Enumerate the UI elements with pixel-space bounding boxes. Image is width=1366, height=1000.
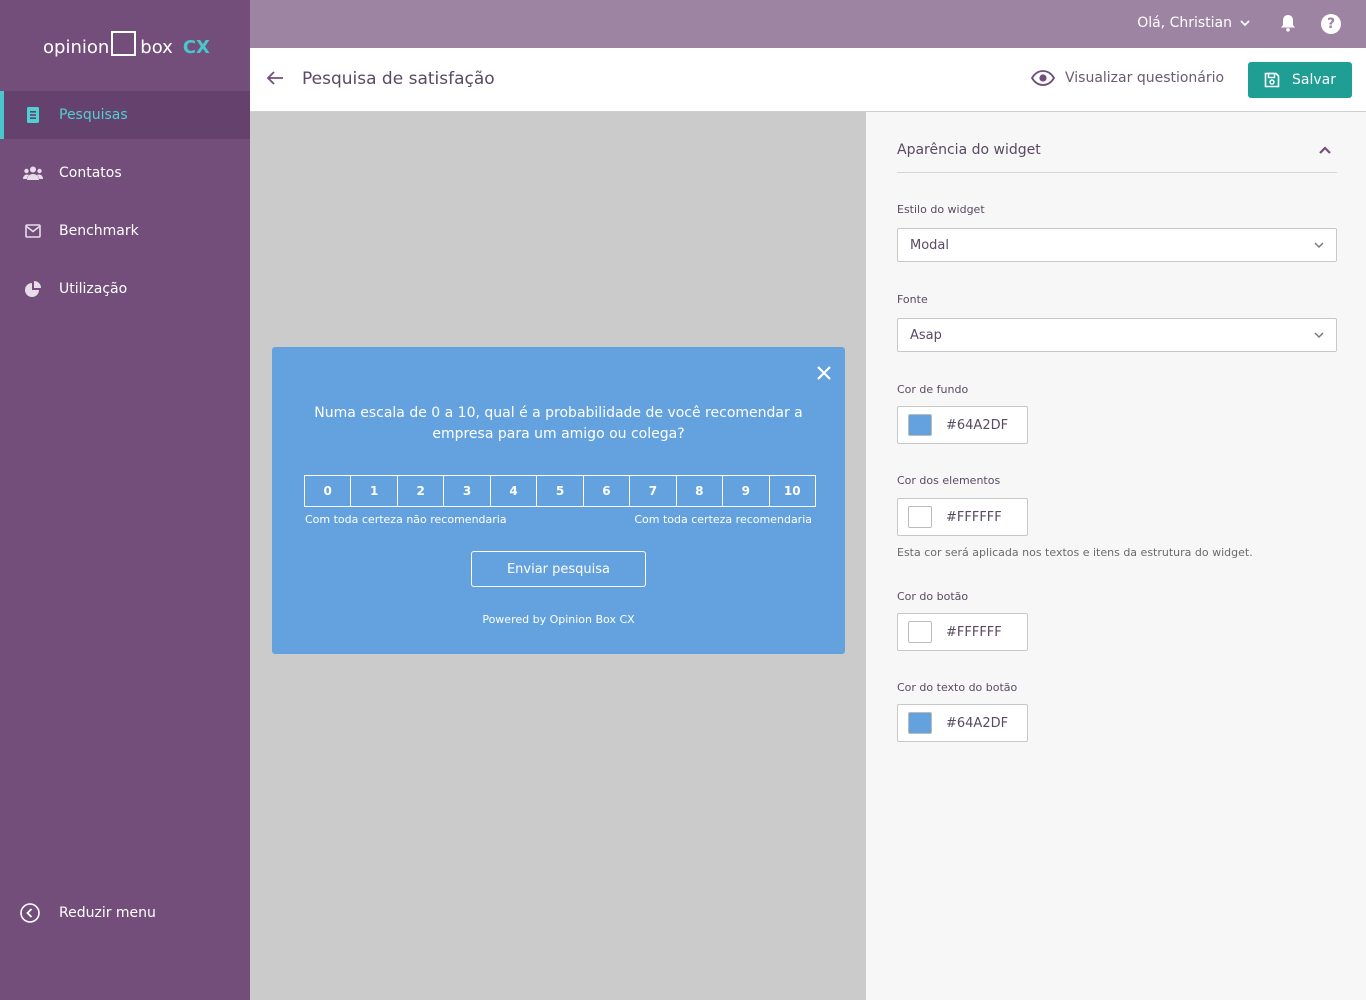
chevron-down-icon xyxy=(1314,332,1324,338)
survey-question: Numa escala de 0 a 10, qual é a probabil… xyxy=(314,405,803,442)
sidebar-item-contatos[interactable]: Contatos xyxy=(0,149,250,197)
sidebar-item-benchmark[interactable]: Benchmark xyxy=(0,207,250,255)
bg-color-label: Cor de fundo xyxy=(897,383,969,396)
page-header: Pesquisa de satisfação Visualizar questi… xyxy=(250,48,1366,112)
scale-label-high: Com toda certeza recomendaria xyxy=(634,513,812,526)
scale-label-low: Com toda certeza não recomendaria xyxy=(305,513,507,526)
nps-scale: 0 1 2 3 4 5 6 7 8 9 10 xyxy=(304,475,816,507)
bg-color-field[interactable]: #64A2DF xyxy=(897,406,1028,444)
brand-logo[interactable]: opinion box CX xyxy=(43,20,210,60)
save-button[interactable]: Salvar xyxy=(1248,62,1352,98)
mail-icon xyxy=(22,224,44,238)
section-title: Aparência do widget xyxy=(897,142,1041,158)
button-text-color-value: #64A2DF xyxy=(946,715,1009,731)
save-label: Salvar xyxy=(1292,72,1336,88)
widget-style-select[interactable]: Modal xyxy=(897,228,1337,262)
eye-icon xyxy=(1031,70,1055,86)
powered-by: Powered by Opinion Box CX xyxy=(482,613,635,626)
nps-option-10[interactable]: 10 xyxy=(770,476,815,506)
button-text-color-swatch[interactable] xyxy=(908,712,932,734)
save-icon xyxy=(1264,72,1280,88)
widget-preview-area: Numa escala de 0 a 10, qual é a probabil… xyxy=(250,112,866,1000)
font-value: Asap xyxy=(910,327,942,343)
back-button[interactable] xyxy=(266,70,284,86)
widget-style-label: Estilo do widget xyxy=(897,203,985,216)
brand-box-icon xyxy=(111,31,137,56)
nps-option-4[interactable]: 4 xyxy=(491,476,538,506)
survey-widget-modal: Numa escala de 0 a 10, qual é a probabil… xyxy=(272,347,845,654)
brand-word-opinion: opinion xyxy=(43,37,110,58)
chevron-left-circle-icon xyxy=(20,903,40,923)
nps-option-5[interactable]: 5 xyxy=(537,476,584,506)
page-title: Pesquisa de satisfação xyxy=(302,69,495,89)
help-icon[interactable]: ? xyxy=(1321,14,1341,34)
close-widget-button[interactable] xyxy=(817,366,831,380)
button-text-color-label: Cor do texto do botão xyxy=(897,681,1018,694)
nps-option-9[interactable]: 9 xyxy=(723,476,770,506)
elements-color-swatch[interactable] xyxy=(908,506,932,528)
button-color-swatch[interactable] xyxy=(908,621,932,643)
chevron-down-icon xyxy=(1240,19,1250,27)
nps-option-6[interactable]: 6 xyxy=(584,476,631,506)
sidebar-item-label: Utilização xyxy=(59,281,128,297)
elements-color-field[interactable]: #FFFFFF xyxy=(897,498,1028,536)
font-select[interactable]: Asap xyxy=(897,318,1337,352)
submit-survey-button[interactable]: Enviar pesquisa xyxy=(471,551,646,587)
nps-option-3[interactable]: 3 xyxy=(444,476,491,506)
button-color-field[interactable]: #FFFFFF xyxy=(897,613,1028,651)
elements-color-hint: Esta cor será aplicada nos textos e iten… xyxy=(897,546,1253,559)
sidebar: opinion box CX Pesquisas Contatos Benchm… xyxy=(0,0,250,1000)
users-icon xyxy=(22,166,44,180)
button-color-value: #FFFFFF xyxy=(946,624,1002,640)
chevron-up-icon xyxy=(1319,146,1331,172)
brand-word-box: box xyxy=(140,37,173,58)
nps-option-1[interactable]: 1 xyxy=(351,476,398,506)
bg-color-value: #64A2DF xyxy=(946,417,1009,433)
widget-style-value: Modal xyxy=(910,237,949,253)
bell-icon xyxy=(1280,14,1296,32)
nps-option-7[interactable]: 7 xyxy=(630,476,677,506)
notifications-button[interactable] xyxy=(1280,14,1296,32)
button-text-color-field[interactable]: #64A2DF xyxy=(897,704,1028,742)
reduce-menu-label: Reduzir menu xyxy=(59,905,156,921)
document-icon xyxy=(22,107,44,123)
nps-option-8[interactable]: 8 xyxy=(677,476,724,506)
elements-color-label: Cor dos elementos xyxy=(897,474,1001,487)
appearance-section-header[interactable]: Aparência do widget xyxy=(897,142,1337,173)
reduce-menu-button[interactable]: Reduzir menu xyxy=(20,903,156,923)
top-bar: Olá, Christian ? xyxy=(250,0,1366,48)
preview-questionnaire-button[interactable]: Visualizar questionário xyxy=(1031,70,1224,86)
preview-label: Visualizar questionário xyxy=(1065,70,1225,86)
sidebar-item-label: Contatos xyxy=(59,165,122,181)
nps-option-0[interactable]: 0 xyxy=(305,476,352,506)
brand-suffix: CX xyxy=(182,37,210,58)
sidebar-item-pesquisas[interactable]: Pesquisas xyxy=(0,91,250,139)
bg-color-swatch[interactable] xyxy=(908,414,932,436)
pie-chart-icon xyxy=(22,281,44,297)
close-icon xyxy=(817,366,831,380)
sidebar-item-utilizacao[interactable]: Utilização xyxy=(0,265,250,313)
sidebar-item-label: Pesquisas xyxy=(59,107,128,123)
user-menu[interactable]: Olá, Christian xyxy=(1137,15,1250,31)
elements-color-value: #FFFFFF xyxy=(946,509,1002,525)
user-greeting: Olá, Christian xyxy=(1137,15,1232,31)
chevron-down-icon xyxy=(1314,242,1324,248)
sidebar-item-label: Benchmark xyxy=(59,223,139,239)
sidebar-nav: Pesquisas Contatos Benchmark Utilização xyxy=(0,91,250,323)
widget-settings-panel: Aparência do widget Estilo do widget Mod… xyxy=(866,112,1366,1000)
nps-option-2[interactable]: 2 xyxy=(398,476,445,506)
arrow-left-icon xyxy=(266,70,284,86)
font-label: Fonte xyxy=(897,293,928,306)
button-color-label: Cor do botão xyxy=(897,590,969,603)
